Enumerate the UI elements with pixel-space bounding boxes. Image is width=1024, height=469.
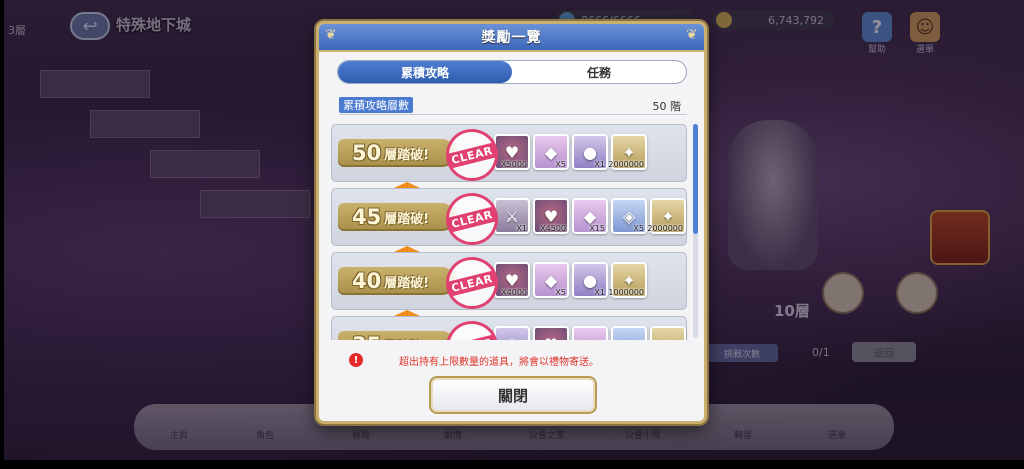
crystal-icon[interactable]: ◈ — [611, 326, 647, 340]
item-quantity: X5 — [555, 160, 566, 169]
floor-number: 35 — [352, 333, 381, 340]
item-quantity: X15 — [589, 224, 605, 233]
item-glyph: ♥ — [543, 206, 559, 226]
clear-stamp-icon: CLEAR — [440, 187, 504, 251]
mana-crystal-icon[interactable]: ✦ — [650, 326, 686, 340]
item-glyph: ◈ — [623, 335, 635, 341]
mana-crystal-icon[interactable]: ✦ 2000000 — [647, 198, 686, 234]
clear-stamp-icon: CLEAR — [440, 123, 504, 187]
item-glyph: ✦ — [661, 206, 675, 226]
clear-stamp-text: CLEAR — [446, 141, 498, 169]
warning-icon: ! — [349, 353, 363, 367]
reward-list[interactable]: 50 層踏破! ♥ X5000 ◆ X5 ● X1 ✦ 2000000 CLEAR 45 層踏破! ⚔ X1… — [329, 122, 689, 340]
item-glyph: ♥ — [544, 335, 558, 341]
item-glyph: ◆ — [584, 335, 596, 341]
heart-icon[interactable]: ♥ X4500 — [533, 198, 569, 234]
cleared-floors-value: 50 階 — [652, 100, 682, 113]
gem-icon[interactable]: ◆ X15 — [572, 198, 608, 234]
reward-entry: 45 層踏破! ⚔ X1 ♥ X4500 ◆ X15 ◈ X5 ✦ 2000000 CLEAR — [331, 187, 687, 251]
reward-list-dialog: ❦ 獎勵一覽 ❦ 累積攻略 任務 累積攻略層數 50 階 50 層踏破! ♥ X500… — [316, 21, 707, 424]
gem-icon[interactable]: ◆ X5 — [533, 262, 569, 298]
item-quantity: X5 — [633, 224, 644, 233]
letterbox-left — [0, 0, 4, 469]
item-glyph: ✺ — [505, 335, 518, 341]
item-glyph: ● — [583, 270, 597, 290]
ornament-icon: ❦ — [686, 27, 698, 43]
item-glyph: ◆ — [544, 270, 558, 290]
dialog-title: 獎勵一覽 — [481, 30, 542, 46]
item-quantity: X4000 — [501, 288, 527, 297]
ornament-icon: ❦ — [325, 27, 337, 43]
clear-stamp-icon: CLEAR — [440, 251, 504, 315]
orb-icon[interactable]: ● X1 — [572, 134, 608, 170]
floor-badge: 40 層踏破! — [338, 267, 456, 295]
item-quantity: X4500 — [540, 224, 566, 233]
item-glyph: ♥ — [504, 270, 520, 290]
reward-entry: 35層踏破! ✺ ♥ ◆ ◈ ✦ CLEAR — [331, 315, 687, 340]
tab-missions[interactable]: 任務 — [512, 61, 686, 83]
item-quantity: X1 — [516, 224, 527, 233]
floor-suffix: 層踏破! — [384, 336, 429, 341]
floor-badge: 50 層踏破! — [338, 139, 456, 167]
clear-stamp-text: CLEAR — [446, 333, 498, 340]
reward-items: ✺ ♥ ◆ ◈ ✦ — [494, 326, 686, 340]
floor-suffix: 層踏破! — [384, 211, 430, 227]
reward-entry: 50 層踏破! ♥ X5000 ◆ X5 ● X1 ✦ 2000000 CLEAR — [331, 123, 687, 187]
item-glyph: ✦ — [622, 270, 636, 290]
cleared-floors-row: 累積攻略層數 50 階 — [339, 97, 687, 115]
reward-items: ♥ X4000 ◆ X5 ● X1 ✦ 1000000 — [494, 262, 647, 298]
gem-icon[interactable]: ◆ — [572, 326, 608, 340]
item-glyph: ● — [583, 142, 597, 162]
item-quantity: 2000000 — [647, 224, 683, 233]
reward-items: ♥ X5000 ◆ X5 ● X1 ✦ 2000000 — [494, 134, 647, 170]
floor-number: 45 — [352, 205, 382, 229]
crystal-icon[interactable]: ◈ X5 — [611, 198, 647, 234]
reward-items: ⚔ X1 ♥ X4500 ◆ X15 ◈ X5 ✦ 2000000 — [494, 198, 686, 234]
item-quantity: X1 — [594, 160, 605, 169]
scrollbar[interactable] — [693, 124, 698, 338]
mana-crystal-icon[interactable]: ✦ 2000000 — [608, 134, 647, 170]
floor-suffix: 層踏破! — [384, 275, 430, 291]
floor-number: 40 — [352, 269, 382, 293]
gem-icon[interactable]: ◆ X5 — [533, 134, 569, 170]
floor-number: 50 — [352, 141, 382, 165]
item-glyph: ◈ — [622, 206, 636, 226]
clear-stamp-text: CLEAR — [446, 205, 498, 233]
item-glyph: ✦ — [661, 335, 674, 341]
scrollbar-thumb[interactable] — [693, 124, 698, 234]
tab-bar: 累積攻略 任務 — [337, 60, 687, 84]
dialog-header: ❦ 獎勵一覽 ❦ — [319, 24, 704, 52]
orb-icon[interactable]: ● X1 — [572, 262, 608, 298]
mana-crystal-icon[interactable]: ✦ 1000000 — [608, 262, 647, 298]
item-quantity: X5 — [555, 288, 566, 297]
reward-entry: 40 層踏破! ♥ X4000 ◆ X5 ● X1 ✦ 1000000 CLEAR — [331, 251, 687, 315]
floor-suffix: 層踏破! — [384, 147, 430, 163]
item-glyph: ✦ — [622, 142, 636, 162]
floor-badge: 35層踏破! — [338, 331, 456, 340]
item-quantity: 2000000 — [608, 160, 644, 169]
sword-icon[interactable]: ⚔ X1 — [494, 198, 530, 234]
heart-icon[interactable]: ♥ X4000 — [494, 262, 530, 298]
cleared-floors-label: 累積攻略層數 — [339, 97, 413, 113]
clear-stamp-text: CLEAR — [446, 269, 498, 297]
letterbox-bottom — [0, 460, 1024, 469]
overflow-warning: ! 超出持有上限數量的道具，將會以禮物寄送。 — [349, 351, 679, 369]
tab-cumulative[interactable]: 累積攻略 — [338, 61, 512, 83]
heart-icon[interactable]: ♥ — [533, 326, 569, 340]
warning-text: 超出持有上限數量的道具，將會以禮物寄送。 — [399, 356, 599, 368]
item-quantity: X1 — [594, 288, 605, 297]
gear-icon[interactable]: ✺ — [494, 326, 530, 340]
heart-icon[interactable]: ♥ X5000 — [494, 134, 530, 170]
item-glyph: ♥ — [504, 142, 520, 162]
close-button[interactable]: 關閉 — [429, 376, 597, 414]
floor-badge: 45 層踏破! — [338, 203, 456, 231]
item-glyph: ⚔ — [504, 206, 520, 226]
item-glyph: ◆ — [544, 142, 558, 162]
item-quantity: 1000000 — [608, 288, 644, 297]
item-quantity: X5000 — [501, 160, 527, 169]
item-glyph: ◆ — [583, 206, 597, 226]
